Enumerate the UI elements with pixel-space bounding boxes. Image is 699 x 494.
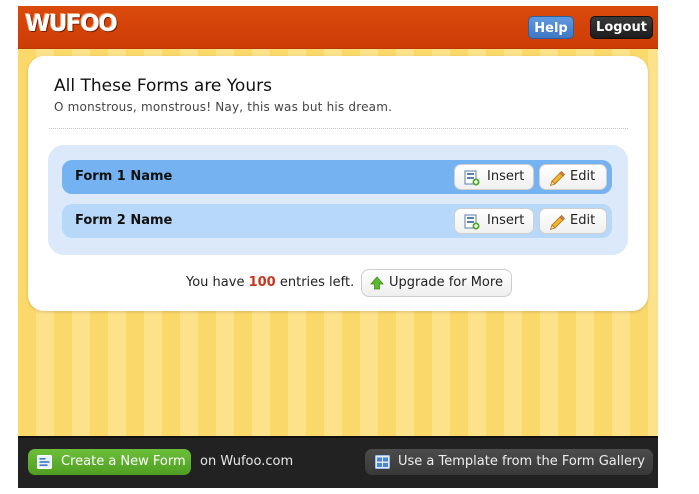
template-gallery-button[interactable]: Use a Template from the Form Gallery <box>365 449 653 475</box>
new-form-icon <box>37 455 52 469</box>
template-gallery-label: Use a Template from the Form Gallery <box>398 454 645 469</box>
template-gallery-icon <box>375 455 390 469</box>
forms-list: Form 1 Name Insert Edit Form 2 Name Inse… <box>48 145 628 255</box>
insert-label: Insert <box>487 169 525 184</box>
pencil-icon <box>549 214 565 230</box>
form-row[interactable]: Form 2 Name Insert Edit <box>62 204 612 238</box>
edit-label: Edit <box>570 213 596 228</box>
app-window: WUFOO Help Logout All These Forms are Yo… <box>18 6 658 488</box>
create-form-label: Create a New Form <box>61 454 186 469</box>
footer-bar: Create a New Form on Wufoo.com Use a Tem… <box>18 436 658 488</box>
entries-prefix: You have <box>186 275 245 290</box>
insert-label: Insert <box>487 213 525 228</box>
insert-button[interactable]: Insert <box>454 208 534 234</box>
insert-button[interactable]: Insert <box>454 164 534 190</box>
entries-suffix: entries left. <box>279 275 355 290</box>
forms-card: All These Forms are Yours O monstrous, m… <box>28 56 648 311</box>
on-site-text: on Wufoo.com <box>200 454 294 469</box>
divider <box>49 128 628 129</box>
entries-remaining: You have 100 entries left. <box>186 275 354 290</box>
header-bar: WUFOO Help Logout <box>18 6 658 49</box>
upgrade-label: Upgrade for More <box>389 275 503 290</box>
insert-form-icon <box>464 214 480 230</box>
entries-count: 100 <box>248 275 276 290</box>
pencil-icon <box>549 170 565 186</box>
form-row[interactable]: Form 1 Name Insert Edit <box>62 160 612 194</box>
page-title: All These Forms are Yours <box>54 76 272 96</box>
edit-label: Edit <box>570 169 596 184</box>
form-name[interactable]: Form 2 Name <box>75 204 172 238</box>
edit-button[interactable]: Edit <box>539 208 607 234</box>
edit-button[interactable]: Edit <box>539 164 607 190</box>
wufoo-logo: WUFOO <box>25 11 118 37</box>
insert-form-icon <box>464 170 480 186</box>
create-form-button[interactable]: Create a New Form <box>28 449 191 475</box>
upgrade-button[interactable]: Upgrade for More <box>361 269 512 297</box>
form-name[interactable]: Form 1 Name <box>75 160 172 194</box>
logout-button[interactable]: Logout <box>590 16 653 39</box>
help-button[interactable]: Help <box>528 16 574 39</box>
up-arrow-icon <box>370 276 384 290</box>
page-subtitle: O monstrous, monstrous! Nay, this was bu… <box>54 100 393 114</box>
